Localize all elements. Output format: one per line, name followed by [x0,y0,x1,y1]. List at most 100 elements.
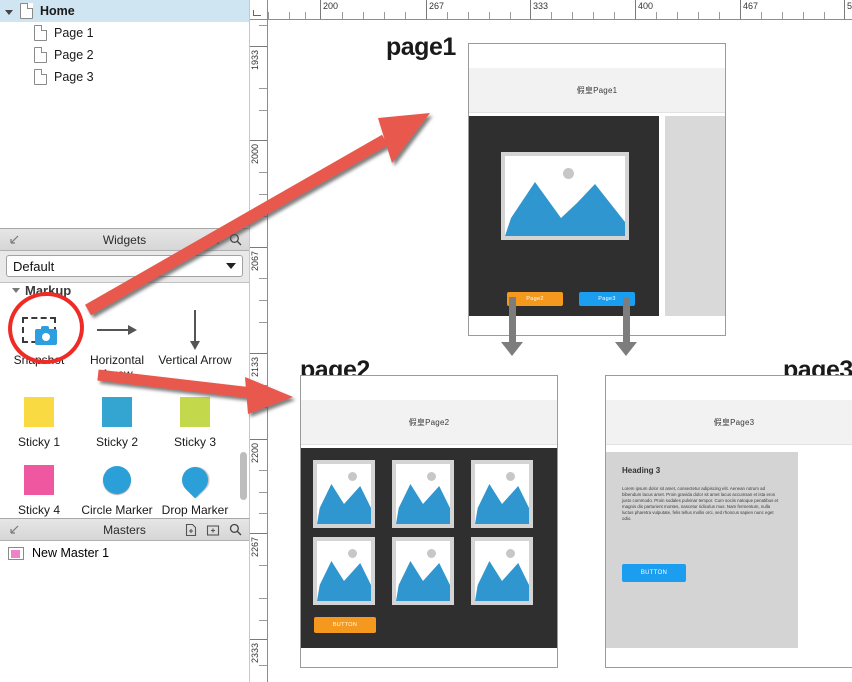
sticky-note-icon [24,465,54,495]
ruler-tick-label: 467 [743,1,759,11]
ruler-tick-label: 200 [323,1,339,11]
masters-panel-title: Masters [103,522,146,537]
menu-icon[interactable] [205,232,221,248]
collapse-arrow-icon[interactable] [6,232,22,248]
page3-header: 假皇Page3 [606,400,852,445]
ruler-tick-label: 2067 [250,251,260,272]
ruler-tick-label: 2200 [250,443,260,464]
design-canvas[interactable]: page1 假皇Page1 Page2 Page3 page2 假皇Page2 … [268,20,852,682]
ruler-tick-label: 2333 [250,643,260,664]
page2-thumb-4 [313,537,375,605]
horizontal-ruler[interactable]: 200 267 333 400 467 533 [250,0,852,20]
page1-top-bar [469,44,725,68]
page-tree-item-label: Page 1 [54,26,94,40]
widget-item-label: Sticky 1 [17,435,60,449]
chevron-down-icon[interactable] [226,263,236,269]
collapse-arrow-icon[interactable] [6,522,22,538]
apprototype-window: Home Page 1 Page 2 Page 3 Widgets Defaul… [0,0,852,682]
widget-item-label: Circle Marker [81,503,153,517]
horizontal-arrow-icon [97,323,137,337]
chevron-down-icon[interactable] [12,287,20,293]
add-folder-icon[interactable] [205,522,221,538]
widget-item-sticky-3[interactable]: Sticky 3 [156,383,234,449]
master-icon [8,546,24,560]
page3-button[interactable]: BUTTON [622,564,686,582]
ruler-origin-corner[interactable] [250,0,268,20]
page1-title: page1 [386,33,456,61]
widget-item-sticky-2[interactable]: Sticky 2 [78,383,156,449]
search-icon[interactable] [227,232,243,248]
widget-item-circle-marker[interactable]: Circle Marker [78,451,156,517]
widget-library-value: Default [13,258,55,274]
widget-item-label: Vertical Arrow [158,353,232,367]
page-tree-item-page-3[interactable]: Page 3 [0,66,249,88]
ruler-tick-label: 2133 [250,357,260,378]
vertical-arrow-icon [188,310,202,350]
page2-thumb-3 [471,460,533,528]
page-tree-item-label: Page 3 [54,70,94,84]
widget-item-label: Sticky 3 [173,435,216,449]
sticky-note-icon [180,397,210,427]
page3-top-bar [606,376,852,400]
page2-header: 假皇Page2 [301,400,557,445]
page3-heading: Heading 3 [622,466,661,475]
page3-frame[interactable]: 假皇Page3 Heading 3 Lorem ipsum dolor sit … [605,375,852,668]
sticky-note-icon [24,397,54,427]
page1-header-text: 假皇Page1 [576,85,618,95]
page2-frame[interactable]: 假皇Page2 BUTTON [300,375,558,668]
widget-item-label: Sticky 2 [95,435,138,449]
ruler-tick-label: 267 [429,1,445,11]
page-tree-item-label: Page 2 [54,48,94,62]
page-icon [20,3,33,19]
widget-library-select[interactable]: Default [6,255,243,277]
page-icon [34,47,47,63]
masters-panel-header: Masters [0,519,249,541]
page-icon [34,25,47,41]
widget-item-label: Horizontal Arrow [89,353,145,381]
page3-content-panel [606,452,798,648]
masters-panel: Masters New Master 1 [0,518,250,682]
widget-item-drop-marker[interactable]: Drop Marker [156,451,234,517]
ruler-tick-label: 1933 [250,50,260,71]
widget-library-select-wrap: Default [0,251,249,283]
master-list-item[interactable]: New Master 1 [0,541,249,565]
ruler-tick-label: 2267 [250,537,260,558]
widget-item-sticky-4[interactable]: Sticky 4 [0,451,78,517]
page1-frame[interactable]: 假皇Page1 Page2 Page3 [468,43,726,336]
page2-header-text: 假皇Page2 [408,417,450,427]
page1-image-placeholder [501,152,629,240]
vertical-ruler[interactable]: 1933 2000 2067 2133 2200 2267 2333 [250,20,268,682]
page3-body-text: Lorem ipsum dolor sit amet, consectetur … [622,486,779,522]
widgets-scrollbar[interactable] [240,452,247,500]
ruler-tick-label: 2000 [250,144,260,165]
ruler-tick-label: 333 [533,1,549,11]
page-tree-item-page-1[interactable]: Page 1 [0,22,249,44]
widgets-panel-header: Widgets [0,229,249,251]
canvas-area: 200 267 333 400 467 533 193 [250,0,852,682]
drop-marker-icon [176,461,214,499]
page1-side-column [665,116,725,316]
page2-thumb-5 [392,537,454,605]
page-tree-item-home[interactable]: Home [0,0,249,22]
page2-button[interactable]: BUTTON [314,617,376,633]
add-master-icon[interactable] [183,522,199,538]
page3-header-text: 假皇Page3 [713,417,755,427]
widgets-panel-title: Widgets [102,232,147,247]
page-tree-item-page-2[interactable]: Page 2 [0,44,249,66]
chevron-down-icon[interactable] [6,5,18,17]
widget-item-vertical-arrow[interactable]: Vertical Arrow [156,301,234,381]
master-item-label: New Master 1 [32,546,110,560]
widget-item-label: Sticky 4 [17,503,60,517]
page-tree-item-label: Home [40,4,75,18]
page2-thumb-6 [471,537,533,605]
page2-thumb-2 [392,460,454,528]
search-icon[interactable] [227,522,243,538]
page2-top-bar [301,376,557,400]
page2-thumb-1 [313,460,375,528]
page1-header: 假皇Page1 [469,68,725,113]
widget-item-horizontal-arrow[interactable]: Horizontal Arrow [78,301,156,381]
circle-marker-icon [103,466,131,494]
widgets-panel: Widgets Default Markup Snapshot Horizont… [0,228,250,518]
ruler-tick-label: 533 [847,1,852,11]
widget-item-sticky-1[interactable]: Sticky 1 [0,383,78,449]
